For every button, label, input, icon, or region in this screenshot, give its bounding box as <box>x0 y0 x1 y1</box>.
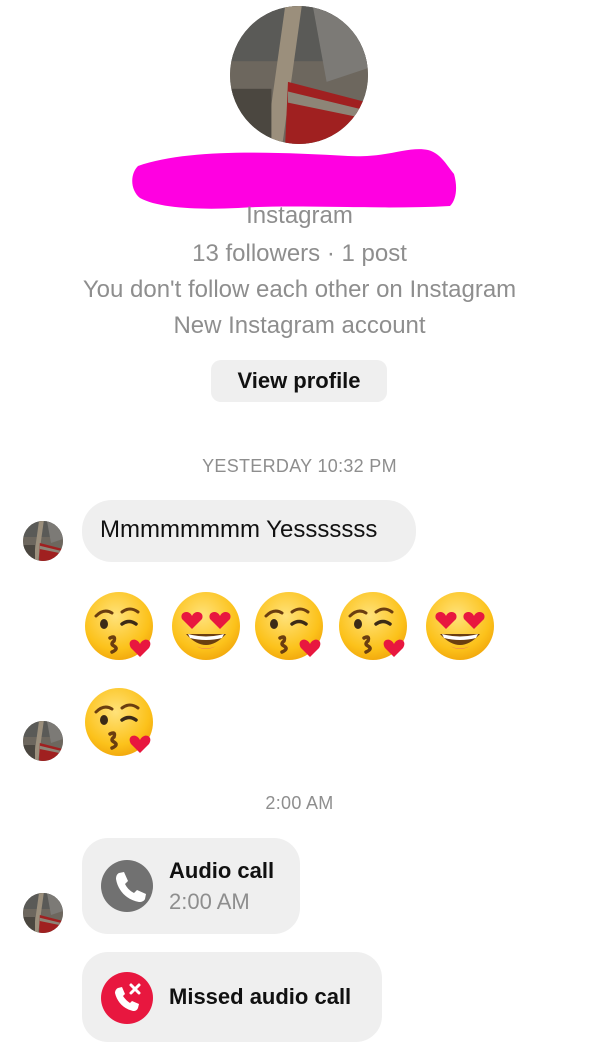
follow-status: You don't follow each other on Instagram <box>82 276 517 303</box>
sender-avatar[interactable] <box>23 893 63 933</box>
heart-eyes-icon <box>168 588 244 664</box>
timestamp: YESTERDAY 10:32 PM <box>202 456 397 476</box>
face-blowing-kiss-icon <box>252 588 328 664</box>
view-profile-button[interactable]: View profile <box>211 360 387 402</box>
message-bubble[interactable]: Mmmmmmmm Yesssssss <box>82 500 416 562</box>
call-title: Missed audio call <box>169 984 352 1009</box>
audio-call-bubble[interactable]: Audio call 2:00 AM <box>82 838 300 934</box>
face-blowing-kiss-icon <box>336 588 412 664</box>
profile-stats: 13 followers · 1 post <box>192 240 407 267</box>
timestamp: 2:00 AM <box>265 793 334 813</box>
face-blowing-kiss-icon <box>82 588 158 664</box>
sender-avatar[interactable] <box>23 721 63 761</box>
face-blowing-kiss-icon[interactable] <box>82 684 158 760</box>
missed-call-bubble[interactable]: Missed audio call <box>82 952 382 1042</box>
profile-app-label: Instagram <box>246 202 353 229</box>
profile-avatar[interactable] <box>230 6 368 144</box>
heart-eyes-icon <box>422 588 498 664</box>
account-note: New Instagram account <box>173 312 426 339</box>
call-time: 2:00 AM <box>169 889 250 914</box>
phone-icon <box>101 860 153 912</box>
call-title: Audio call <box>169 858 275 883</box>
sender-avatar[interactable] <box>23 521 63 561</box>
missed-call-icon <box>101 972 153 1024</box>
message-text: Mmmmmmmm Yesssssss <box>100 516 378 543</box>
